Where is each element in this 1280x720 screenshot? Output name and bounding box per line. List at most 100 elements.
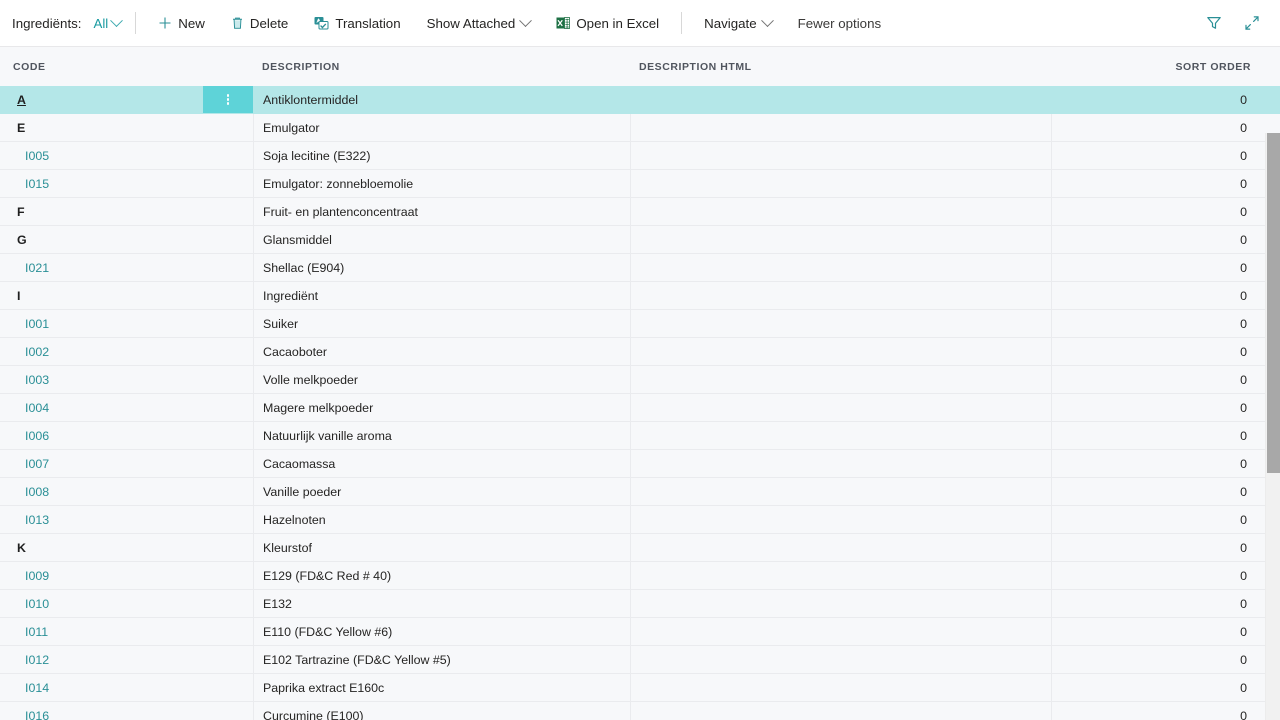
cell-code[interactable]: I005 [25,142,205,169]
cell-code[interactable]: I003 [25,366,205,393]
cell-description-html[interactable] [640,646,1040,673]
cell-description[interactable]: Shellac (E904) [263,254,623,281]
cell-code[interactable]: I008 [25,478,205,505]
filter-button[interactable] [1202,11,1226,35]
table-row[interactable]: I004 Magere melkpoeder 0 [0,394,1280,422]
cell-code[interactable]: I013 [25,506,205,533]
table-row[interactable]: I013 Hazelnoten 0 [0,506,1280,534]
table-row[interactable]: A Antiklontermiddel 0 [0,86,1280,114]
table-row[interactable]: I008 Vanille poeder 0 [0,478,1280,506]
cell-code[interactable]: G [17,226,197,253]
cell-description-html[interactable] [640,478,1040,505]
navigate-button[interactable]: Navigate [696,11,779,36]
cell-sort-order[interactable]: 0 [1052,674,1247,701]
cell-code[interactable]: I002 [25,338,205,365]
table-row[interactable]: I012 E102 Tartrazine (FD&C Yellow #5) 0 [0,646,1280,674]
cell-sort-order[interactable]: 0 [1052,338,1247,365]
show-attached-button[interactable]: Show Attached [419,11,539,36]
cell-description[interactable]: E129 (FD&C Red # 40) [263,562,623,589]
cell-description-html[interactable] [640,618,1040,645]
cell-description-html[interactable] [640,310,1040,337]
cell-code[interactable]: I001 [25,310,205,337]
cell-sort-order[interactable]: 0 [1052,282,1247,309]
cell-sort-order[interactable]: 0 [1052,646,1247,673]
cell-description[interactable]: Antiklontermiddel [263,86,623,113]
cell-description-html[interactable] [640,114,1040,141]
scrollbar-thumb[interactable] [1267,133,1280,473]
cell-description[interactable]: Volle melkpoeder [263,366,623,393]
filter-view-dropdown[interactable]: All [93,13,124,31]
column-header-description[interactable]: DESCRIPTION [262,47,340,86]
cell-sort-order[interactable]: 0 [1052,142,1247,169]
cell-sort-order[interactable]: 0 [1052,506,1247,533]
cell-description[interactable]: Cacaoboter [263,338,623,365]
table-row[interactable]: I014 Paprika extract E160c 0 [0,674,1280,702]
cell-description[interactable]: Paprika extract E160c [263,674,623,701]
table-row[interactable]: I016 Curcumine (E100) 0 [0,702,1280,720]
cell-sort-order[interactable]: 0 [1052,562,1247,589]
cell-sort-order[interactable]: 0 [1052,422,1247,449]
cell-description-html[interactable] [640,282,1040,309]
fewer-options-button[interactable]: Fewer options [790,11,890,36]
cell-description[interactable]: Soja lecitine (E322) [263,142,623,169]
cell-code[interactable]: I006 [25,422,205,449]
column-header-code[interactable]: CODE [13,47,46,86]
cell-code[interactable]: I012 [25,646,205,673]
cell-description-html[interactable] [640,674,1040,701]
table-row[interactable]: I011 E110 (FD&C Yellow #6) 0 [0,618,1280,646]
table-row[interactable]: I001 Suiker 0 [0,310,1280,338]
cell-description[interactable]: Emulgator: zonnebloemolie [263,170,623,197]
cell-code[interactable]: I007 [25,450,205,477]
cell-description-html[interactable] [640,86,1040,113]
table-row[interactable]: I021 Shellac (E904) 0 [0,254,1280,282]
cell-code[interactable]: I021 [25,254,205,281]
cell-code[interactable]: I [17,282,197,309]
cell-code[interactable]: I009 [25,562,205,589]
cell-code[interactable]: I016 [25,702,205,720]
cell-description-html[interactable] [640,562,1040,589]
cell-description[interactable]: Magere melkpoeder [263,394,623,421]
cell-code[interactable]: I011 [25,618,205,645]
cell-code[interactable]: K [17,534,197,561]
table-row[interactable]: K Kleurstof 0 [0,534,1280,562]
translation-button[interactable]: Translation [306,11,408,36]
table-row[interactable]: I010 E132 0 [0,590,1280,618]
cell-description-html[interactable] [640,254,1040,281]
cell-description[interactable]: E110 (FD&C Yellow #6) [263,618,623,645]
cell-sort-order[interactable]: 0 [1052,170,1247,197]
cell-description-html[interactable] [640,198,1040,225]
cell-sort-order[interactable]: 0 [1052,450,1247,477]
column-header-sort-order[interactable]: SORT ORDER [1060,47,1251,86]
cell-description[interactable]: Glansmiddel [263,226,623,253]
cell-description-html[interactable] [640,170,1040,197]
cell-sort-order[interactable]: 0 [1052,198,1247,225]
table-row[interactable]: G Glansmiddel 0 [0,226,1280,254]
table-row[interactable]: I015 Emulgator: zonnebloemolie 0 [0,170,1280,198]
cell-description-html[interactable] [640,422,1040,449]
table-row[interactable]: I009 E129 (FD&C Red # 40) 0 [0,562,1280,590]
table-row[interactable]: I006 Natuurlijk vanille aroma 0 [0,422,1280,450]
cell-sort-order[interactable]: 0 [1052,478,1247,505]
cell-description[interactable]: Fruit- en plantenconcentraat [263,198,623,225]
cell-description-html[interactable] [640,366,1040,393]
cell-code[interactable]: A [17,86,197,113]
cell-description-html[interactable] [640,142,1040,169]
cell-description[interactable]: Vanille poeder [263,478,623,505]
cell-description-html[interactable] [640,394,1040,421]
cell-code[interactable]: I004 [25,394,205,421]
cell-description[interactable]: Emulgator [263,114,623,141]
table-row[interactable]: I002 Cacaoboter 0 [0,338,1280,366]
table-row[interactable]: I005 Soja lecitine (E322) 0 [0,142,1280,170]
cell-description-html[interactable] [640,226,1040,253]
cell-sort-order[interactable]: 0 [1052,590,1247,617]
cell-code[interactable]: I010 [25,590,205,617]
cell-description[interactable]: Natuurlijk vanille aroma [263,422,623,449]
cell-code[interactable]: E [17,114,197,141]
cell-description[interactable]: Curcumine (E100) [263,702,623,720]
cell-description[interactable]: E102 Tartrazine (FD&C Yellow #5) [263,646,623,673]
open-in-excel-button[interactable]: Open in Excel [548,11,667,36]
cell-description-html[interactable] [640,590,1040,617]
cell-sort-order[interactable]: 0 [1052,114,1247,141]
cell-description[interactable]: E132 [263,590,623,617]
cell-description[interactable]: Kleurstof [263,534,623,561]
